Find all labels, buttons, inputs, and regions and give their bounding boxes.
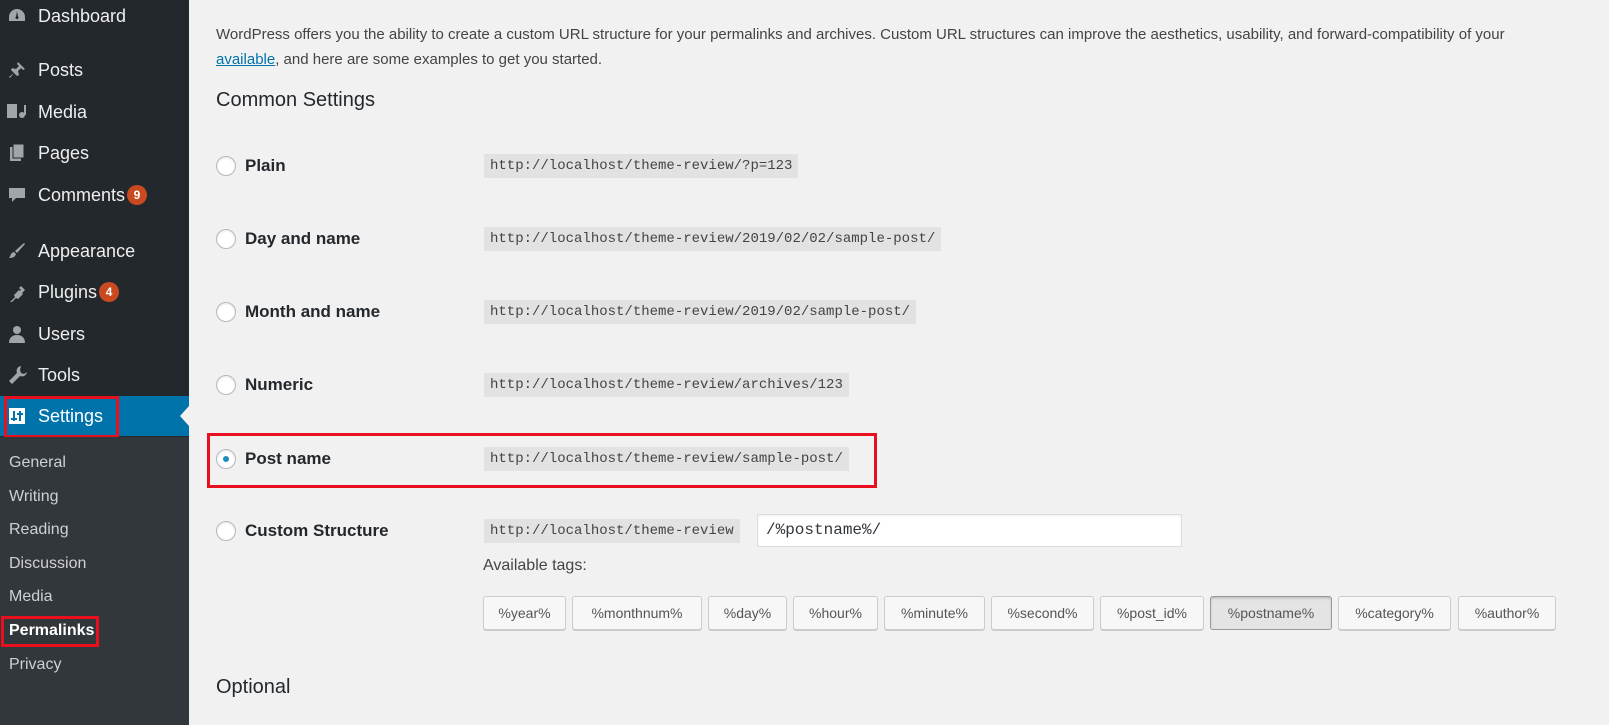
menu-item-dashboard[interactable]: Dashboard — [0, 0, 189, 36]
tag-button-author[interactable]: %author% — [1458, 596, 1556, 630]
tag-button-monthnum[interactable]: %monthnum% — [572, 596, 702, 630]
user-icon — [6, 323, 28, 345]
comment-icon — [6, 184, 28, 206]
radio-custom-structure[interactable] — [216, 521, 236, 541]
submenu-item-general[interactable]: General — [9, 454, 66, 472]
submenu-item-reading[interactable]: Reading — [9, 521, 69, 539]
wrench-icon — [6, 364, 28, 386]
dashboard-icon — [6, 5, 28, 27]
permalink-option-numeric: Numeric http://localhost/theme-review/ar… — [216, 370, 1116, 400]
option-label[interactable]: Numeric — [245, 375, 313, 395]
option-label[interactable]: Day and name — [245, 229, 360, 249]
menu-item-settings[interactable]: Settings — [0, 396, 189, 436]
current-menu-arrow — [180, 406, 189, 426]
menu-item-users[interactable]: Users — [0, 314, 189, 354]
submenu-item-permalinks[interactable]: Permalinks — [9, 622, 94, 640]
tag-button-second[interactable]: %second% — [991, 596, 1094, 630]
tag-button-post-id[interactable]: %post_id% — [1100, 596, 1204, 630]
menu-item-plugins[interactable]: Plugins 4 — [0, 272, 189, 312]
plugin-icon — [6, 281, 28, 303]
radio-day-and-name[interactable] — [216, 229, 236, 249]
plugin-update-badge: 4 — [99, 282, 119, 302]
option-label[interactable]: Plain — [245, 156, 286, 176]
submenu-item-media[interactable]: Media — [9, 588, 53, 606]
common-settings-heading: Common Settings — [216, 89, 375, 111]
menu-item-media[interactable]: Media — [0, 92, 189, 132]
permalink-option-post-name: Post name http://localhost/theme-review/… — [216, 444, 1116, 474]
radio-plain[interactable] — [216, 156, 236, 176]
menu-item-pages[interactable]: Pages — [0, 133, 189, 173]
example-url: http://localhost/theme-review/archives/1… — [484, 373, 849, 397]
menu-item-label: Comments — [38, 184, 126, 205]
option-label[interactable]: Post name — [245, 449, 331, 469]
intro-line-2-rest: , and here are some examples to get you … — [275, 51, 603, 68]
settings-icon — [6, 405, 28, 427]
submenu-item-privacy[interactable]: Privacy — [9, 656, 61, 674]
comment-count-badge: 9 — [127, 185, 147, 205]
pin-icon — [6, 59, 28, 81]
menu-item-label: Settings — [38, 405, 104, 426]
radio-month-and-name[interactable] — [216, 302, 236, 322]
menu-item-posts[interactable]: Posts — [0, 50, 189, 90]
menu-item-label: Plugins — [38, 281, 98, 302]
admin-sidebar: Dashboard Posts Media Pages Comments 9 A… — [0, 0, 189, 725]
menu-item-label: Posts — [38, 59, 84, 80]
menu-item-tools[interactable]: Tools — [0, 355, 189, 395]
tag-button-postname[interactable]: %postname% — [1210, 596, 1332, 630]
tag-button-day[interactable]: %day% — [708, 596, 787, 630]
menu-item-label: Dashboard — [38, 5, 127, 26]
intro-line-1: WordPress offers you the ability to crea… — [216, 26, 1505, 43]
paintbrush-icon — [6, 240, 28, 262]
menu-item-appearance[interactable]: Appearance — [0, 231, 189, 271]
custom-structure-base-url: http://localhost/theme-review — [484, 519, 740, 543]
media-icon — [6, 101, 28, 123]
menu-item-label: Appearance — [38, 240, 136, 261]
custom-structure-input[interactable]: /%postname%/ — [757, 514, 1182, 547]
tag-button-hour[interactable]: %hour% — [793, 596, 878, 630]
menu-item-label: Tools — [38, 364, 81, 385]
example-url: http://localhost/theme-review/2019/02/02… — [484, 227, 942, 251]
permalink-option-day-and-name: Day and name http://localhost/theme-revi… — [216, 224, 1116, 254]
example-url: http://localhost/theme-review/?p=123 — [484, 154, 799, 178]
settings-submenu: General Writing Reading Discussion Media… — [0, 437, 189, 725]
radio-numeric[interactable] — [216, 375, 236, 395]
pages-icon — [6, 142, 28, 164]
menu-item-label: Pages — [38, 142, 90, 163]
example-url: http://localhost/theme-review/2019/02/sa… — [484, 300, 917, 324]
radio-post-name[interactable] — [216, 449, 236, 469]
available-tags-label: Available tags: — [483, 557, 587, 574]
tag-button-category[interactable]: %category% — [1338, 596, 1451, 630]
menu-item-label: Users — [38, 323, 86, 344]
example-url: http://localhost/theme-review/sample-pos… — [484, 447, 849, 471]
intro-line-2: available, and here are some examples to… — [216, 47, 1596, 72]
intro-text: WordPress offers you the ability to crea… — [216, 22, 1596, 72]
permalink-option-plain: Plain http://localhost/theme-review/?p=1… — [216, 151, 1116, 181]
permalink-option-month-and-name: Month and name http://localhost/theme-re… — [216, 297, 1116, 327]
tag-button-year[interactable]: %year% — [483, 596, 566, 630]
option-label[interactable]: Month and name — [245, 302, 380, 322]
submenu-item-discussion[interactable]: Discussion — [9, 555, 86, 573]
menu-item-label: Media — [38, 101, 88, 122]
available-tags-link[interactable]: available — [216, 51, 275, 68]
tag-button-minute[interactable]: %minute% — [884, 596, 985, 630]
menu-item-comments[interactable]: Comments 9 — [0, 175, 189, 215]
option-label[interactable]: Custom Structure — [245, 521, 389, 541]
optional-heading: Optional — [216, 676, 291, 698]
submenu-item-writing[interactable]: Writing — [9, 488, 59, 506]
